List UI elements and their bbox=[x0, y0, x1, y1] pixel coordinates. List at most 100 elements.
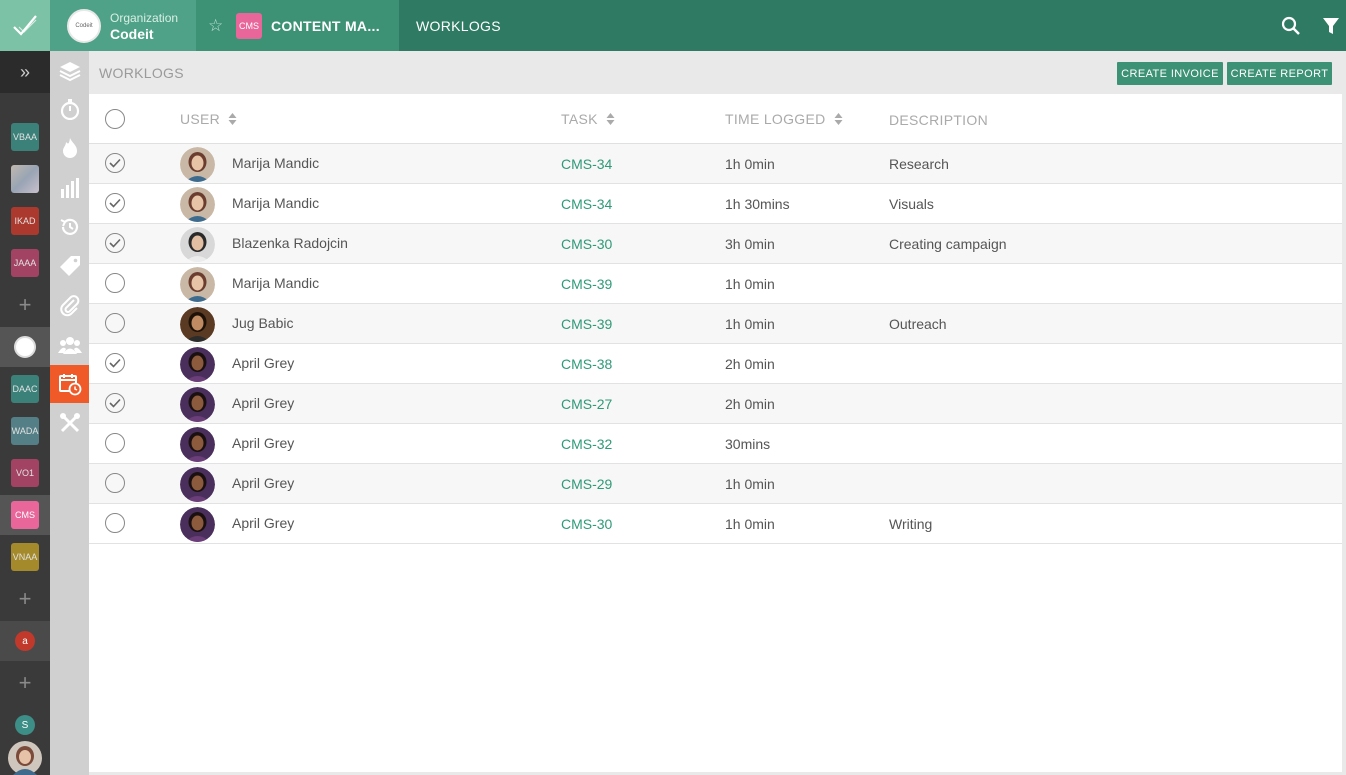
search-button[interactable] bbox=[1266, 0, 1316, 51]
sidebar-item-worklogs[interactable] bbox=[50, 365, 89, 403]
org-name: Codeit bbox=[110, 25, 154, 42]
column-label: TIME LOGGED bbox=[725, 111, 826, 127]
avatar bbox=[8, 741, 42, 775]
create-invoice-button[interactable]: CREATE INVOICE bbox=[1117, 62, 1223, 85]
time-logged: 3h 0min bbox=[725, 236, 775, 252]
table-row[interactable]: Marija Mandic CMS-34 1h 30mins Visuals bbox=[89, 184, 1342, 224]
task-link[interactable]: CMS-34 bbox=[561, 156, 612, 172]
search-icon bbox=[1281, 16, 1300, 35]
row-checkbox[interactable] bbox=[105, 393, 125, 413]
project-rail: » VBAA IKAD JAAA + DAAC WADA VO1 CMS VNA… bbox=[0, 51, 50, 775]
sidebar-item-tags[interactable] bbox=[50, 247, 89, 285]
bar-chart-icon bbox=[60, 178, 79, 198]
check-icon bbox=[109, 238, 121, 248]
description: Outreach bbox=[889, 316, 947, 332]
time-logged: 1h 30mins bbox=[725, 196, 790, 212]
user-name: Marija Mandic bbox=[232, 195, 320, 211]
table-row[interactable]: April Grey CMS-32 30mins bbox=[89, 424, 1342, 464]
sidebar-item-attachments[interactable] bbox=[50, 287, 89, 325]
check-icon bbox=[109, 198, 121, 208]
row-checkbox[interactable] bbox=[105, 193, 125, 213]
sidebar-item-history[interactable] bbox=[50, 208, 89, 246]
column-header-task[interactable]: TASK bbox=[561, 111, 615, 127]
column-header-user[interactable]: USER bbox=[180, 111, 237, 127]
table-header: USER TASK TIME LOGGED DESCRIPTION bbox=[89, 94, 1342, 144]
add-organization-button[interactable]: + bbox=[0, 663, 50, 703]
task-link[interactable]: CMS-34 bbox=[561, 196, 612, 212]
table-row[interactable]: Marija Mandic CMS-34 1h 0min Research bbox=[89, 144, 1342, 184]
task-link[interactable]: CMS-32 bbox=[561, 436, 612, 452]
avatar bbox=[180, 467, 215, 502]
column-header-time-logged[interactable]: TIME LOGGED bbox=[725, 111, 843, 127]
row-checkbox[interactable] bbox=[105, 433, 125, 453]
row-checkbox[interactable] bbox=[105, 273, 125, 293]
rail-org-codeit[interactable] bbox=[0, 327, 50, 367]
rail-project-wada[interactable]: WADA bbox=[0, 411, 50, 451]
select-all-checkbox[interactable] bbox=[105, 109, 125, 129]
user-profile-button[interactable] bbox=[0, 741, 50, 775]
rail-project-vnaa[interactable]: VNAA bbox=[0, 537, 50, 577]
rail-project-daac[interactable]: DAAC bbox=[0, 369, 50, 409]
description: Writing bbox=[889, 516, 933, 532]
task-link[interactable]: CMS-39 bbox=[561, 316, 612, 332]
task-link[interactable]: CMS-29 bbox=[561, 476, 612, 492]
rail-project-image[interactable] bbox=[0, 159, 50, 199]
table-row[interactable]: April Grey CMS-29 1h 0min bbox=[89, 464, 1342, 504]
table-row[interactable]: April Grey CMS-38 2h 0min bbox=[89, 344, 1342, 384]
page-header: WORKLOGS CREATE INVOICE CREATE REPORT bbox=[89, 51, 1346, 94]
task-link[interactable]: CMS-30 bbox=[561, 236, 612, 252]
task-link[interactable]: CMS-30 bbox=[561, 516, 612, 532]
task-link[interactable]: CMS-27 bbox=[561, 396, 612, 412]
sidebar-item-boards[interactable] bbox=[50, 52, 89, 90]
rail-org-s[interactable]: S bbox=[0, 705, 50, 745]
project-badge: WADA bbox=[11, 417, 39, 445]
row-checkbox[interactable] bbox=[105, 353, 125, 373]
project-badge: CMS bbox=[236, 12, 262, 39]
check-logo-icon bbox=[13, 14, 37, 36]
table-row[interactable]: April Grey CMS-30 1h 0min Writing bbox=[89, 504, 1342, 544]
add-project-button[interactable]: + bbox=[0, 285, 50, 325]
project-badge: VNAA bbox=[11, 543, 39, 571]
sidebar-item-timer[interactable] bbox=[50, 90, 89, 128]
organization-switcher[interactable]: Codeit Organization Codeit bbox=[50, 0, 196, 51]
table-row[interactable]: April Grey CMS-27 2h 0min bbox=[89, 384, 1342, 424]
user-name: April Grey bbox=[232, 395, 295, 411]
scrollbar-track[interactable] bbox=[1342, 94, 1346, 775]
column-header-description: DESCRIPTION bbox=[889, 112, 988, 128]
project-switcher[interactable]: ☆ CMS CONTENT MA... bbox=[196, 0, 399, 51]
task-link[interactable]: CMS-38 bbox=[561, 356, 612, 372]
project-badge: DAAC bbox=[11, 375, 39, 403]
row-checkbox[interactable] bbox=[105, 153, 125, 173]
check-icon bbox=[109, 358, 121, 368]
expand-sidebar-button[interactable]: » bbox=[0, 51, 50, 93]
rail-project-jaaa[interactable]: JAAA bbox=[0, 243, 50, 283]
filter-icon bbox=[1323, 17, 1339, 34]
row-checkbox[interactable] bbox=[105, 513, 125, 533]
double-chevron-right-icon: » bbox=[19, 61, 30, 82]
rail-org-a[interactable]: a bbox=[0, 621, 50, 661]
rail-project-vbaa[interactable]: VBAA bbox=[0, 117, 50, 157]
add-project-button[interactable]: + bbox=[0, 579, 50, 619]
top-bar: Codeit Organization Codeit ☆ CMS CONTENT… bbox=[0, 0, 1346, 51]
app-logo[interactable] bbox=[0, 0, 50, 51]
star-icon[interactable]: ☆ bbox=[208, 16, 226, 36]
rail-project-cms[interactable]: CMS bbox=[0, 495, 50, 535]
sidebar-item-reports[interactable] bbox=[50, 169, 89, 207]
sort-icon bbox=[834, 113, 843, 125]
sidebar-item-settings[interactable] bbox=[50, 404, 89, 442]
task-link[interactable]: CMS-39 bbox=[561, 276, 612, 292]
row-checkbox[interactable] bbox=[105, 233, 125, 253]
sidebar-item-team[interactable] bbox=[50, 326, 89, 364]
create-report-button[interactable]: CREATE REPORT bbox=[1227, 62, 1332, 85]
description: Visuals bbox=[889, 196, 934, 212]
rail-project-vo1[interactable]: VO1 bbox=[0, 453, 50, 493]
row-checkbox[interactable] bbox=[105, 473, 125, 493]
table-row[interactable]: Blazenka Radojcin CMS-30 3h 0min Creatin… bbox=[89, 224, 1342, 264]
row-checkbox[interactable] bbox=[105, 313, 125, 333]
rail-project-ikad[interactable]: IKAD bbox=[0, 201, 50, 241]
table-row[interactable]: Jug Babic CMS-39 1h 0min Outreach bbox=[89, 304, 1342, 344]
filter-button[interactable] bbox=[1316, 0, 1346, 51]
table-row[interactable]: Marija Mandic CMS-39 1h 0min bbox=[89, 264, 1342, 304]
users-icon bbox=[57, 337, 82, 354]
sidebar-item-burn[interactable] bbox=[50, 129, 89, 167]
